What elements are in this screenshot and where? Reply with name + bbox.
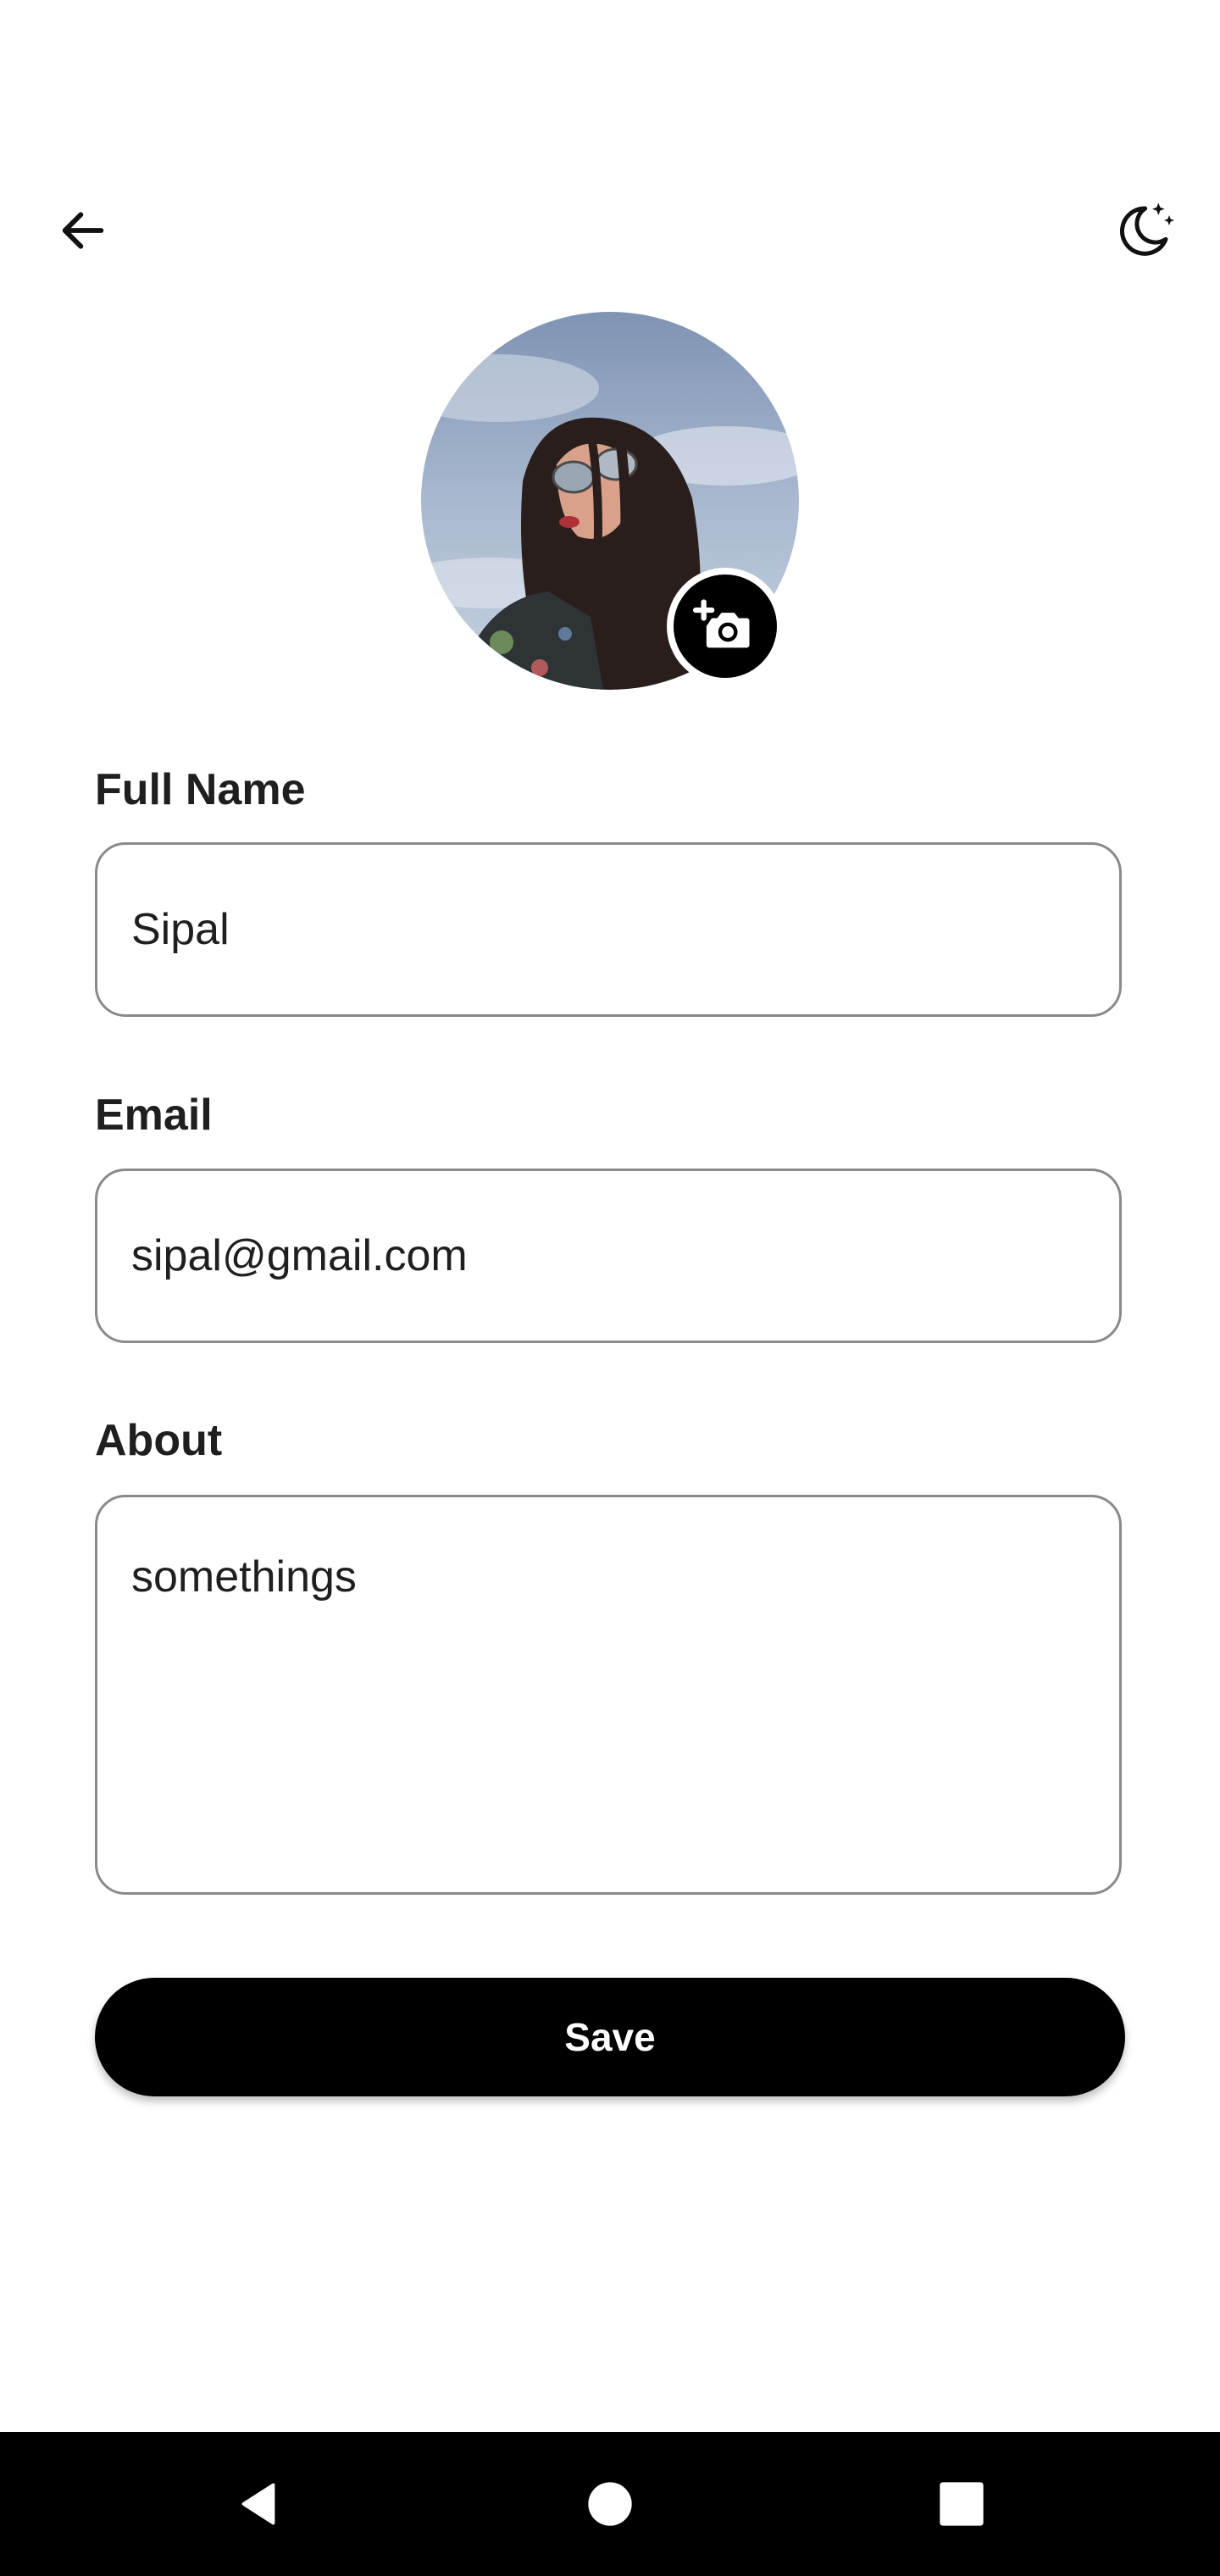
back-button[interactable] (44, 192, 122, 269)
add-photo-camera-icon (693, 599, 750, 648)
nav-home-button[interactable] (572, 2466, 648, 2542)
nav-recents-button[interactable] (923, 2466, 1000, 2542)
nav-back-button[interactable] (220, 2466, 297, 2542)
system-navigation-bar (0, 2432, 1220, 2576)
full-name-value: Sipal (131, 905, 230, 954)
theme-toggle-button[interactable] (1101, 188, 1186, 273)
email-value: sipal@gmail.com (131, 1231, 468, 1280)
moon-stars-icon (1119, 203, 1174, 256)
arrow-left-icon (62, 212, 104, 249)
save-button[interactable]: Save (95, 1978, 1125, 2096)
nav-back-triangle-icon (241, 2483, 275, 2525)
change-photo-button[interactable] (667, 568, 784, 685)
about-label: About (95, 1416, 223, 1465)
full-name-field[interactable]: Sipal (95, 842, 1122, 1017)
about-textarea[interactable]: somethings (95, 1495, 1122, 1895)
profile-avatar-container (421, 312, 799, 690)
full-name-label: Full Name (95, 765, 306, 814)
nav-recents-square-icon (940, 2482, 984, 2526)
about-value: somethings (131, 1552, 357, 1602)
email-field[interactable]: sipal@gmail.com (95, 1169, 1122, 1343)
email-label: Email (95, 1091, 213, 1140)
nav-home-circle-icon (588, 2482, 632, 2526)
